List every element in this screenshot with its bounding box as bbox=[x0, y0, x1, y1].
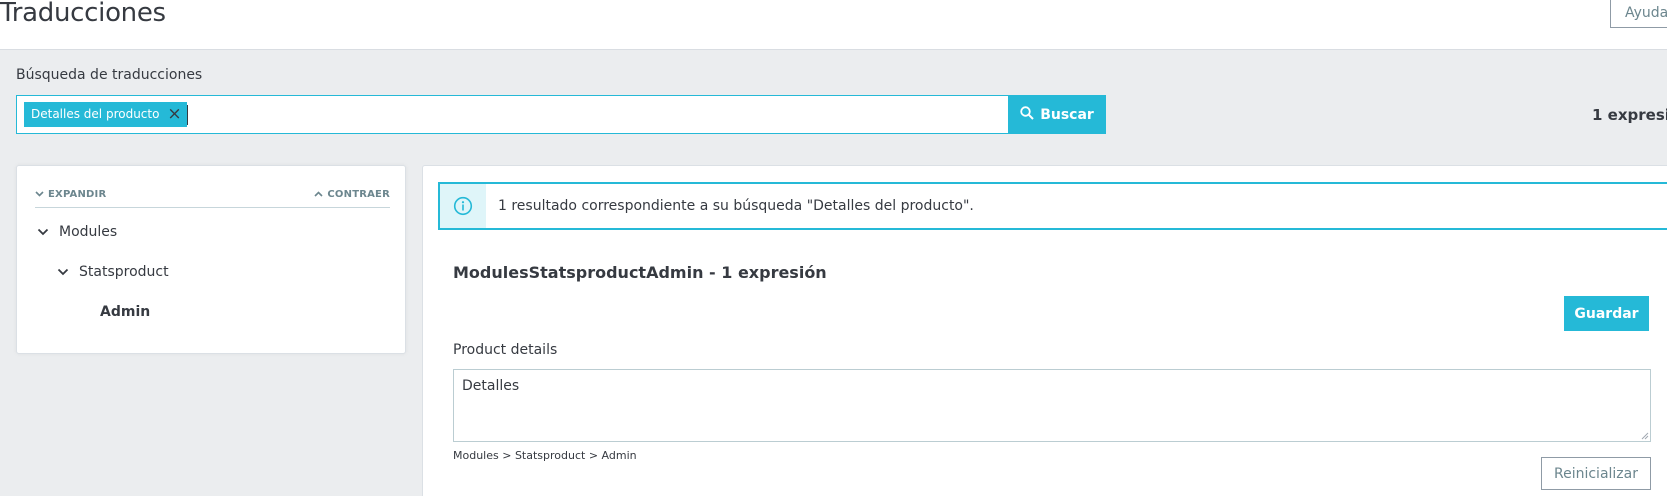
search-button[interactable]: Buscar bbox=[1008, 95, 1106, 134]
source-string-label: Product details bbox=[453, 342, 558, 358]
expression-count: 1 expresión bbox=[1592, 106, 1667, 124]
tree-node-modules[interactable]: Modules bbox=[37, 224, 117, 240]
resize-handle-icon[interactable] bbox=[1640, 431, 1649, 440]
help-button[interactable]: Ayuda bbox=[1610, 0, 1667, 28]
search-icon bbox=[1020, 105, 1034, 124]
reset-button[interactable]: Reinicializar bbox=[1541, 457, 1651, 490]
save-button[interactable]: Guardar bbox=[1564, 296, 1649, 331]
tree-node-admin[interactable]: Admin bbox=[100, 304, 150, 320]
chevron-up-icon bbox=[314, 191, 323, 197]
page-header: Traducciones Ayuda bbox=[0, 0, 1667, 50]
page-title: Traducciones bbox=[0, 0, 166, 28]
close-icon[interactable]: × bbox=[166, 102, 182, 127]
collapse-all-button[interactable]: CONTRAER bbox=[314, 189, 390, 200]
tree-node-statsproduct[interactable]: Statsproduct bbox=[57, 264, 169, 280]
translations-page: Traducciones Ayuda Búsqueda de traduccio… bbox=[0, 0, 1667, 496]
chevron-down-icon bbox=[37, 224, 51, 240]
search-button-label: Buscar bbox=[1040, 106, 1094, 123]
expand-all-label: EXPANDIR bbox=[48, 189, 107, 200]
search-input[interactable]: Detalles del producto × bbox=[16, 95, 1009, 134]
tree-node-label: Modules bbox=[59, 224, 118, 240]
search-label: Búsqueda de traducciones bbox=[16, 67, 203, 83]
text-caret bbox=[187, 105, 188, 125]
search-tag-label: Detalles del producto bbox=[31, 107, 160, 121]
translation-path: Modules > Statsproduct > Admin bbox=[453, 449, 637, 462]
chevron-down-icon bbox=[57, 264, 71, 280]
tree-node-label: Statsproduct bbox=[79, 264, 169, 280]
expand-all-button[interactable]: EXPANDIR bbox=[35, 189, 106, 200]
translation-panel: 1 resultado correspondiente a su búsqued… bbox=[422, 165, 1667, 496]
chevron-down-icon bbox=[35, 191, 44, 197]
search-tag: Detalles del producto × bbox=[24, 102, 188, 127]
alert-message: 1 resultado correspondiente a su búsqued… bbox=[498, 198, 974, 214]
info-alert: 1 resultado correspondiente a su búsqued… bbox=[438, 182, 1667, 230]
tree-panel: EXPANDIR CONTRAER Modules Statsproduct A… bbox=[16, 165, 406, 354]
info-icon bbox=[440, 184, 486, 228]
translation-field[interactable]: Detalles bbox=[453, 369, 1651, 442]
tree-toolbar: EXPANDIR CONTRAER bbox=[35, 186, 390, 208]
domain-title: ModulesStatsproductAdmin - 1 expresión bbox=[453, 263, 827, 282]
collapse-all-label: CONTRAER bbox=[327, 189, 390, 200]
